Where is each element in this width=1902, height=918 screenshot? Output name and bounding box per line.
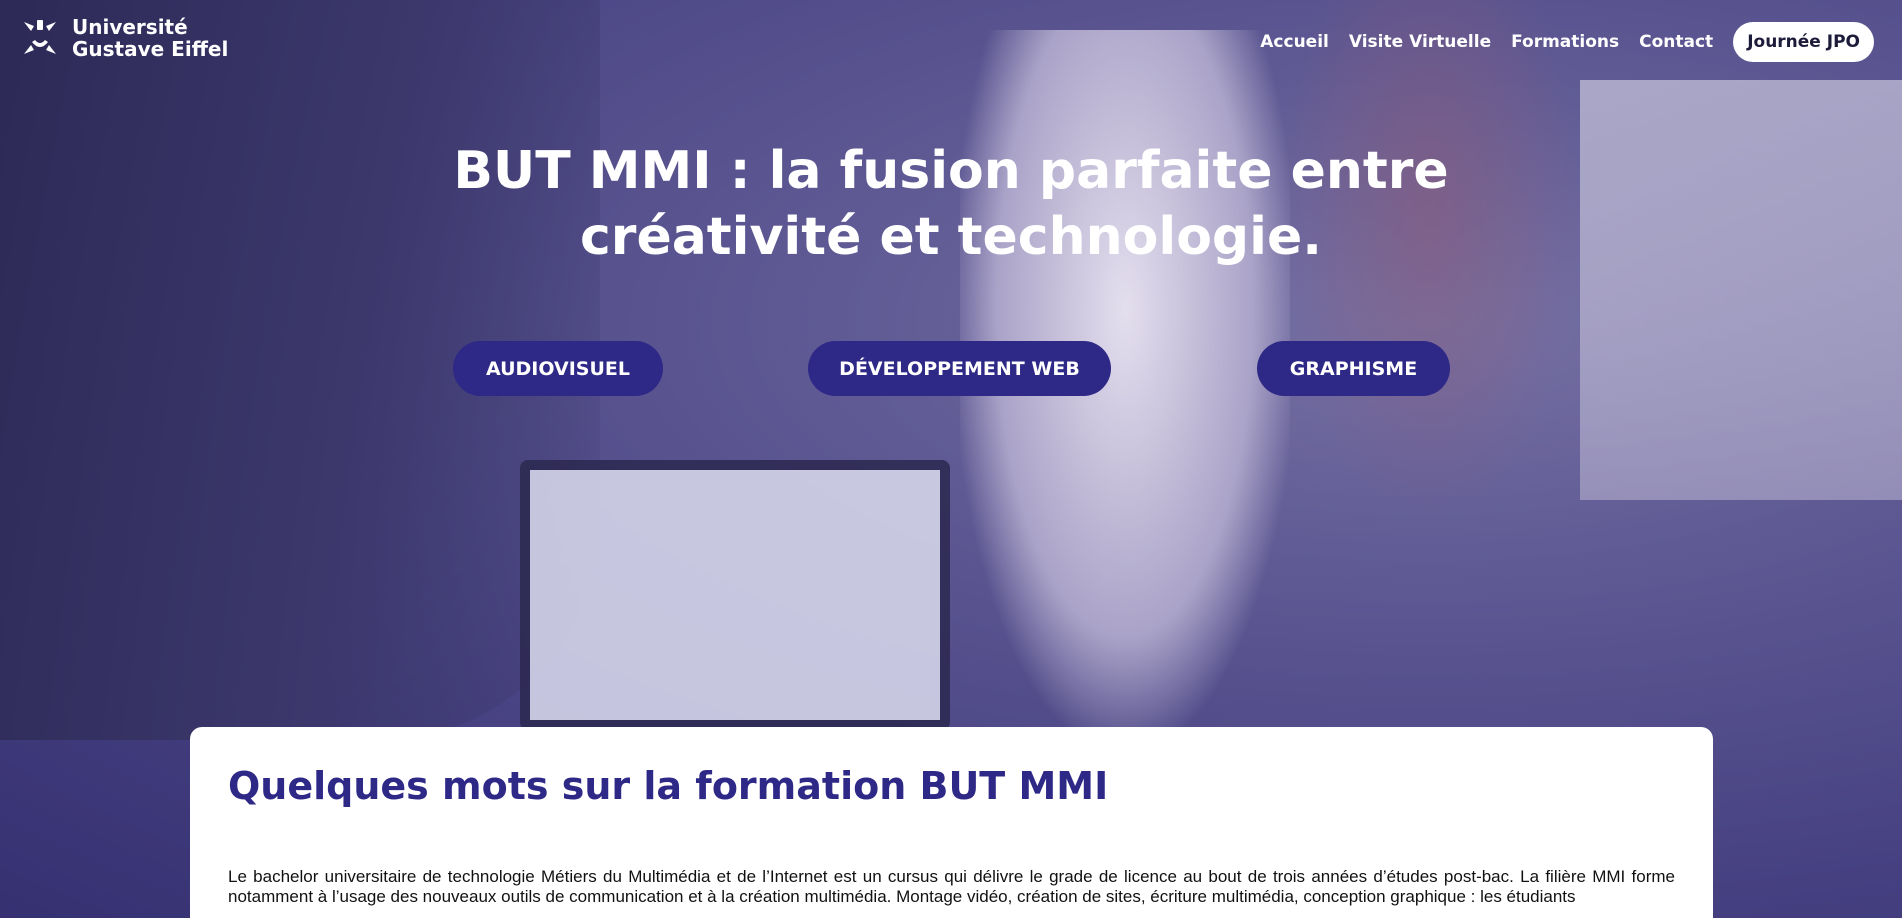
main-nav: Accueil Visite Virtuelle Formations Cont…: [1260, 22, 1874, 62]
hero-background-laptop: [520, 460, 950, 730]
hero-title-line1: BUT MMI : la fusion parfaite entre: [453, 141, 1449, 201]
university-name-line2: Gustave Eiffel: [72, 37, 229, 61]
journee-jpo-button[interactable]: Journée JPO: [1733, 22, 1874, 62]
intro-heading: Quelques mots sur la formation BUT MMI: [228, 764, 1109, 808]
university-logo[interactable]: Université Gustave Eiffel: [18, 16, 228, 60]
audiovisuel-button[interactable]: AUDIOVISUEL: [453, 341, 663, 396]
university-name: Université Gustave Eiffel: [72, 16, 228, 60]
nav-contact[interactable]: Contact: [1639, 32, 1713, 52]
developpement-web-button[interactable]: DÉVELOPPEMENT WEB: [808, 341, 1111, 396]
nav-formations[interactable]: Formations: [1511, 32, 1619, 52]
graphisme-button[interactable]: GRAPHISME: [1257, 341, 1450, 396]
university-logo-icon: [24, 20, 56, 54]
nav-visite-virtuelle[interactable]: Visite Virtuelle: [1349, 32, 1491, 52]
hero-title-line2: créativité et technologie.: [579, 207, 1322, 267]
nav-accueil[interactable]: Accueil: [1260, 32, 1329, 52]
university-name-line1: Université: [72, 15, 188, 39]
hero-title: BUT MMI : la fusion parfaite entre créat…: [0, 138, 1902, 270]
intro-paragraph: Le bachelor universitaire de technologie…: [228, 867, 1675, 906]
intro-card: Quelques mots sur la formation BUT MMI L…: [190, 727, 1713, 918]
